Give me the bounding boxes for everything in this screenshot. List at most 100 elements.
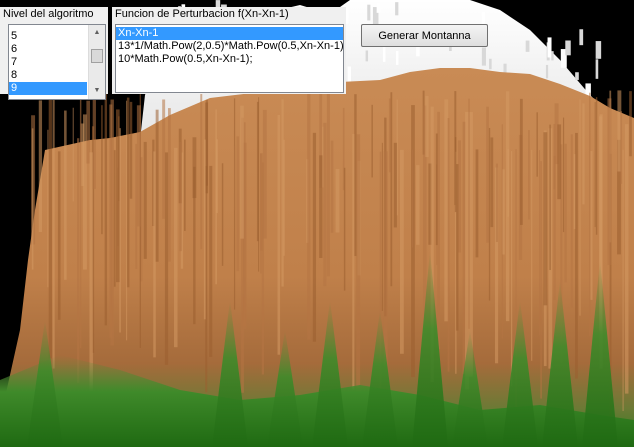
rock-streak — [72, 107, 74, 202]
level-item[interactable]: 7 — [9, 56, 87, 69]
rock-streak — [570, 134, 573, 308]
rock-streak — [104, 91, 108, 326]
rock-streak — [437, 111, 440, 350]
snow-streak — [565, 40, 571, 56]
rock-streak — [52, 92, 55, 369]
perturbation-function-list[interactable]: Xn-Xn-1 13*1/Math.Pow(2,0.5)*Math.Pow(0.5… — [115, 24, 344, 93]
level-item[interactable]: 6 — [9, 43, 87, 56]
rock-streak — [388, 98, 391, 173]
rock-streak — [86, 100, 90, 164]
scroll-down-arrow-icon[interactable]: ▼ — [89, 84, 105, 98]
rock-streak — [531, 149, 533, 361]
rock-streak — [528, 130, 530, 220]
rock-streak — [553, 123, 556, 190]
snow-streak — [367, 4, 371, 21]
snow-streak — [579, 29, 584, 46]
rock-streak — [411, 149, 414, 248]
algorithm-level-caption: Nivel del algoritmo — [3, 8, 94, 20]
rock-streak — [607, 98, 612, 266]
rock-streak — [38, 100, 43, 232]
rock-streak — [393, 142, 397, 228]
generate-mountain-button[interactable]: Generar Montanna — [361, 24, 488, 47]
rock-streak — [456, 164, 459, 331]
rock-streak — [416, 165, 420, 245]
rock-streak — [307, 91, 311, 340]
snow-streak — [547, 37, 552, 58]
rock-streak — [590, 151, 593, 300]
rock-streak — [620, 111, 623, 184]
function-item[interactable]: 13*1/Math.Pow(2,0.5)*Math.Pow(0.5,Xn-Xn-… — [116, 40, 343, 53]
rock-streak — [64, 110, 67, 280]
snow-streak — [481, 47, 486, 66]
rock-streak — [343, 167, 346, 291]
rock-streak — [143, 141, 147, 259]
rock-streak — [136, 105, 141, 227]
rock-streak — [236, 136, 240, 272]
rock-streak — [129, 101, 133, 199]
rock-streak — [200, 90, 203, 250]
level-item[interactable]: 9 — [9, 82, 87, 95]
perturbation-function-group: Funcion de Perturbacion f(Xn-Xn-1) Xn-Xn… — [112, 7, 346, 94]
rock-streak — [240, 105, 244, 239]
rock-streak — [101, 105, 103, 235]
rock-streak — [495, 163, 498, 242]
rock-streak — [557, 124, 562, 200]
snow-streak — [489, 58, 492, 70]
rock-streak — [536, 112, 538, 177]
function-item[interactable]: 10*Math.Pow(0.5,Xn-Xn-1); — [116, 53, 343, 66]
snow-streak — [395, 2, 399, 16]
snow-streak — [575, 72, 579, 80]
rock-streak — [243, 122, 246, 327]
rock-streak — [209, 165, 213, 357]
rock-streak — [57, 151, 61, 320]
perturbation-function-caption: Funcion de Perturbacion f(Xn-Xn-1) — [115, 8, 289, 20]
rock-streak — [115, 109, 120, 283]
scrollbar-thumb[interactable] — [91, 49, 103, 63]
scroll-up-arrow-icon[interactable]: ▲ — [89, 26, 105, 40]
rock-streak — [193, 166, 196, 325]
snow-streak — [525, 40, 530, 52]
rock-streak — [47, 129, 49, 288]
rock-streak — [335, 169, 340, 233]
rock-streak — [622, 149, 624, 412]
rock-streak — [629, 91, 632, 157]
rock-streak — [77, 138, 80, 384]
snow-streak — [365, 50, 369, 62]
rock-streak — [510, 151, 513, 387]
snow-streak — [545, 64, 549, 79]
function-item[interactable]: Xn-Xn-1 — [116, 27, 343, 40]
snow-streak — [376, 3, 381, 13]
rock-streak — [326, 92, 330, 277]
snow-streak — [395, 51, 399, 65]
rock-streak — [92, 91, 96, 189]
level-list-scrollbar[interactable]: ▲ ▼ — [88, 25, 105, 99]
level-item[interactable]: 5 — [9, 30, 87, 43]
rock-streak — [277, 114, 281, 355]
rock-streak — [221, 163, 224, 266]
rock-streak — [390, 92, 393, 287]
rock-streak — [579, 99, 581, 316]
rock-streak — [564, 143, 567, 283]
rock-streak — [155, 109, 159, 262]
rock-streak — [575, 132, 578, 379]
rock-streak — [174, 147, 178, 348]
rock-streak — [519, 98, 523, 225]
rock-streak — [179, 141, 182, 252]
rock-streak — [502, 169, 505, 255]
rock-streak — [582, 103, 585, 205]
rock-streak — [562, 117, 565, 233]
rock-streak — [468, 98, 470, 329]
rock-streak — [203, 139, 206, 320]
snow-streak — [551, 51, 554, 61]
rock-streak — [573, 154, 576, 230]
rock-streak — [164, 152, 169, 365]
rock-streak — [330, 140, 334, 233]
rock-streak — [488, 127, 491, 301]
rock-streak — [356, 134, 361, 400]
rock-streak — [425, 95, 429, 158]
rock-streak — [260, 153, 262, 274]
rock-streak — [283, 139, 285, 256]
algorithm-level-list[interactable]: 56789 ▲ ▼ — [8, 24, 106, 100]
level-item[interactable]: 8 — [9, 69, 87, 82]
app-window: Nivel del algoritmo 56789 ▲ ▼ Funcion de… — [0, 0, 634, 447]
